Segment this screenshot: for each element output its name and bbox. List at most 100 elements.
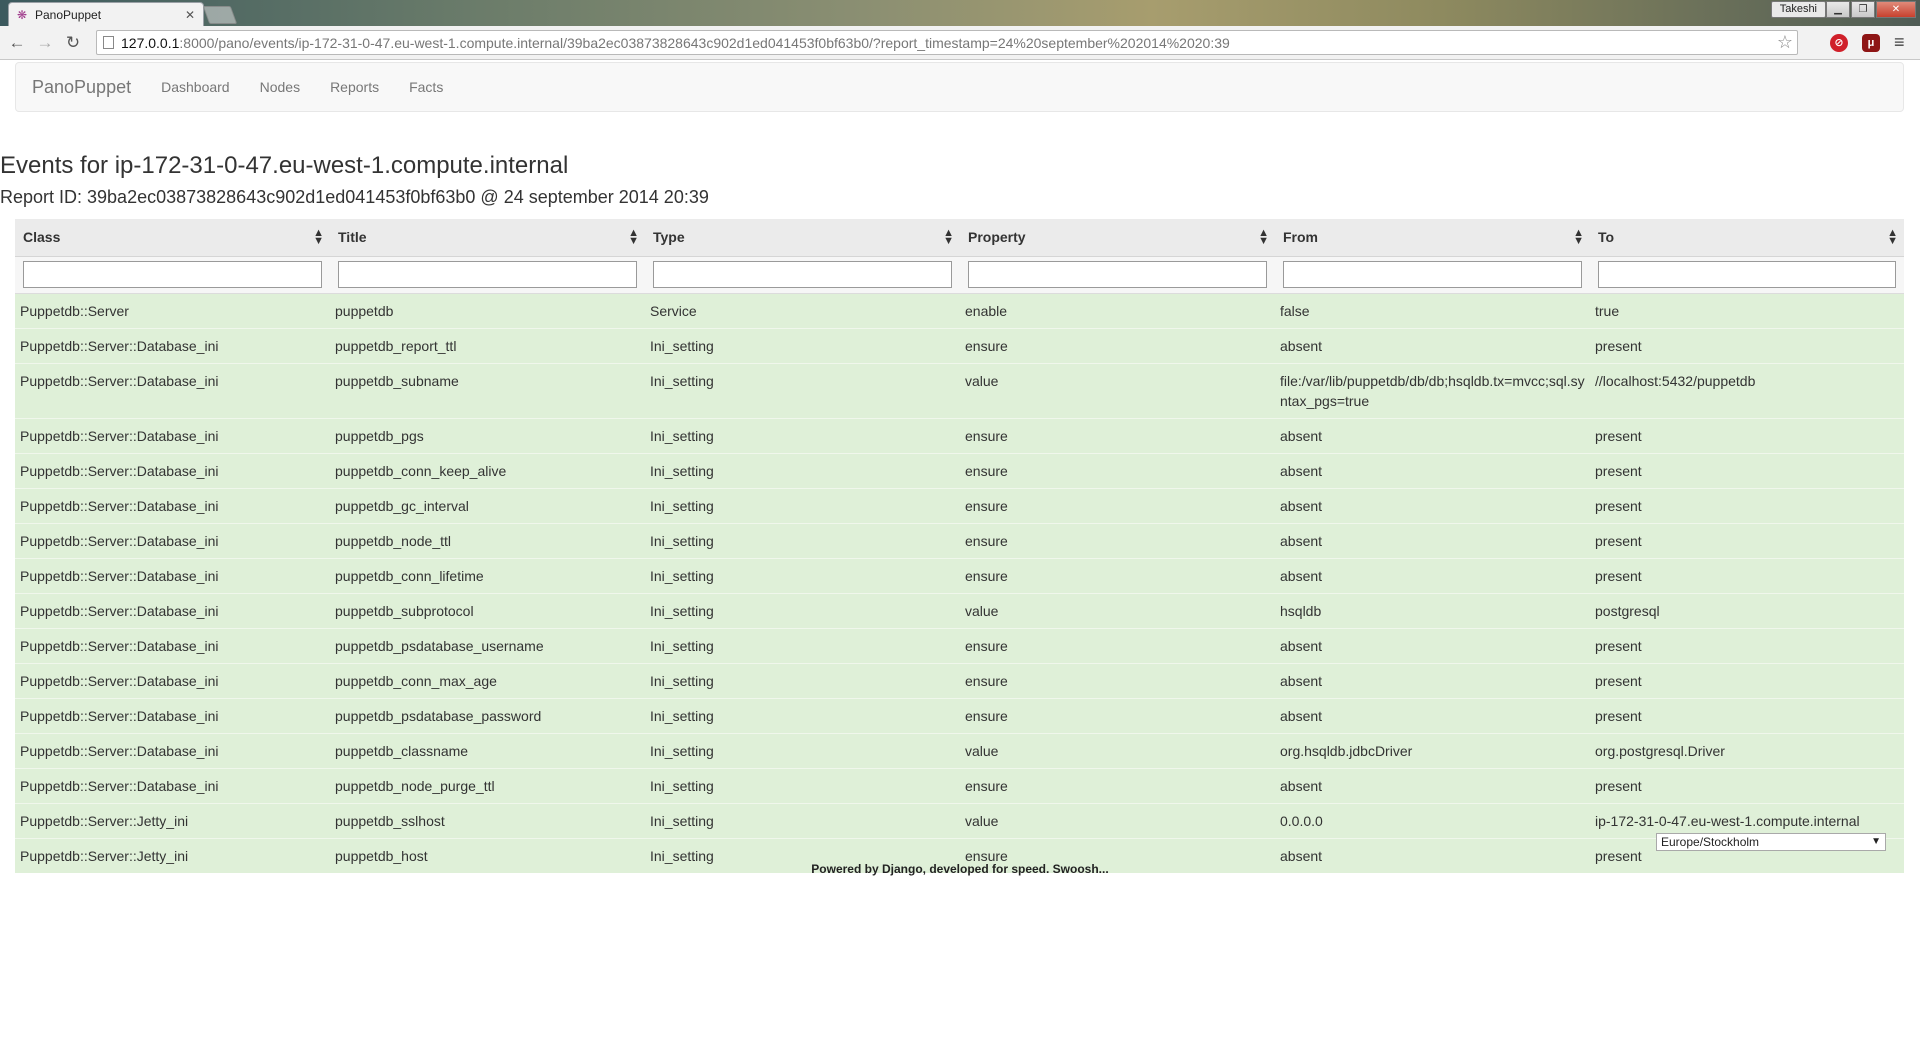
cell-property: ensure — [960, 767, 1275, 803]
cell-class: Puppetdb::Server::Database_ini — [15, 697, 330, 733]
sort-icon[interactable]: ▲ ▼ — [1887, 228, 1898, 247]
nav-link-facts[interactable]: Facts — [394, 79, 458, 95]
cell-to: present — [1590, 452, 1904, 488]
cell-from: absent — [1275, 662, 1590, 698]
cell-class: Puppetdb::Server::Database_ini — [15, 767, 330, 803]
nav-link-dashboard[interactable]: Dashboard — [146, 79, 245, 95]
cell-type: Ini_setting — [645, 662, 960, 698]
cell-title: puppetdb_conn_max_age — [330, 662, 645, 698]
window-close-icon[interactable]: ✕ — [1876, 1, 1916, 18]
filter-input-from[interactable] — [1283, 261, 1582, 288]
cell-title: puppetdb_classname — [330, 732, 645, 768]
cell-type: Ini_setting — [645, 767, 960, 803]
bookmark-star-icon[interactable]: ☆ — [1777, 32, 1793, 53]
filter-input-class[interactable] — [23, 261, 322, 288]
column-header-title[interactable]: Title ▲ ▼ — [330, 219, 645, 257]
browser-titlebar: ❋ PanoPuppet ✕ Takeshi ▁ ❐ ✕ — [0, 0, 1920, 26]
cell-from: absent — [1275, 697, 1590, 733]
cell-to: org.postgresql.Driver — [1590, 732, 1904, 768]
column-header-property[interactable]: Property ▲ ▼ — [960, 219, 1275, 257]
minimize-icon[interactable]: ▁ — [1826, 1, 1850, 18]
cell-class: Puppetdb::Server::Database_ini — [15, 417, 330, 453]
ublock-extension-icon[interactable]: μ — [1862, 34, 1880, 52]
browser-tab-active[interactable]: ❋ PanoPuppet ✕ — [8, 2, 204, 26]
cell-from: false — [1275, 292, 1590, 328]
table-row: Puppetdb::Server::Database_ini puppetdb_g… — [15, 487, 1904, 523]
cell-from: absent — [1275, 627, 1590, 663]
cell-property: ensure — [960, 417, 1275, 453]
table-header-row: Class ▲ ▼ Title ▲ ▼ Type ▲ ▼ Property ▲ ▼ From ▲ ▼… — [15, 219, 1904, 257]
cell-to: present — [1590, 662, 1904, 698]
brand-link[interactable]: PanoPuppet — [17, 77, 146, 98]
cell-from: 0.0.0.0 — [1275, 802, 1590, 838]
timezone-select[interactable]: Europe/Stockholm ▼ — [1656, 833, 1886, 851]
cell-class: Puppetdb::Server::Database_ini — [15, 487, 330, 523]
cell-type: Service — [645, 292, 960, 328]
cell-property: ensure — [960, 522, 1275, 558]
browser-menu-icon[interactable]: ≡ — [1894, 32, 1905, 53]
cell-property: value — [960, 592, 1275, 628]
cell-property: enable — [960, 292, 1275, 328]
cell-from: absent — [1275, 767, 1590, 803]
new-tab-button[interactable] — [202, 6, 238, 24]
cell-type: Ini_setting — [645, 627, 960, 663]
table-row: Puppetdb::Server puppetdb Service enable fal… — [15, 292, 1904, 328]
back-arrow-icon[interactable]: ← — [6, 32, 28, 54]
cell-type: Ini_setting — [645, 697, 960, 733]
cell-to: present — [1590, 627, 1904, 663]
cell-class: Puppetdb::Server::Database_ini — [15, 732, 330, 768]
sort-icon[interactable]: ▲ ▼ — [1573, 228, 1584, 247]
sort-icon[interactable]: ▲ ▼ — [1258, 228, 1269, 247]
nav-link-nodes[interactable]: Nodes — [245, 79, 315, 95]
cell-type: Ini_setting — [645, 452, 960, 488]
column-header-to[interactable]: To ▲ ▼ — [1590, 219, 1904, 257]
filter-input-property[interactable] — [968, 261, 1267, 288]
table-row: Puppetdb::Server::Database_ini puppetdb_r… — [15, 327, 1904, 363]
nav-link-reports[interactable]: Reports — [315, 79, 394, 95]
column-header-class[interactable]: Class ▲ ▼ — [15, 219, 330, 257]
sort-icon[interactable]: ▲ ▼ — [628, 228, 639, 247]
cell-from: absent — [1275, 487, 1590, 523]
cell-title: puppetdb_sslhost — [330, 802, 645, 838]
cell-from: org.hsqldb.jdbcDriver — [1275, 732, 1590, 768]
cell-title: puppetdb_conn_lifetime — [330, 557, 645, 593]
table-row: Puppetdb::Server::Database_ini puppetdb_p… — [15, 697, 1904, 733]
cell-class: Puppetdb::Server::Jetty_ini — [15, 802, 330, 838]
reload-icon[interactable]: ↻ — [62, 32, 84, 54]
cell-title: puppetdb_subname — [330, 362, 645, 418]
adblock-extension-icon[interactable]: ⊘ — [1830, 34, 1848, 52]
column-header-from[interactable]: From ▲ ▼ — [1275, 219, 1590, 257]
sort-icon[interactable]: ▲ ▼ — [943, 228, 954, 247]
cell-class: Puppetdb::Server::Database_ini — [15, 327, 330, 363]
column-header-type[interactable]: Type ▲ ▼ — [645, 219, 960, 257]
filter-input-type[interactable] — [653, 261, 952, 288]
cell-title: puppetdb_psdatabase_username — [330, 627, 645, 663]
cell-class: Puppetdb::Server::Database_ini — [15, 557, 330, 593]
cell-title: puppetdb_node_purge_ttl — [330, 767, 645, 803]
cell-property: value — [960, 362, 1275, 418]
cell-property: ensure — [960, 662, 1275, 698]
address-bar[interactable]: 127.0.0.1:8000/pano/events/ip-172-31-0-4… — [96, 30, 1798, 55]
filter-row — [15, 256, 1904, 294]
cell-property: value — [960, 802, 1275, 838]
cell-type: Ini_setting — [645, 327, 960, 363]
table-row: Puppetdb::Server::Database_ini puppetdb_c… — [15, 662, 1904, 698]
url-text[interactable]: 127.0.0.1:8000/pano/events/ip-172-31-0-4… — [121, 35, 1230, 51]
cell-class: Puppetdb::Server::Database_ini — [15, 592, 330, 628]
filter-input-to[interactable] — [1598, 261, 1896, 288]
cell-property: ensure — [960, 452, 1275, 488]
timezone-selected-value: Europe/Stockholm — [1661, 835, 1760, 849]
tab-close-icon[interactable]: ✕ — [185, 8, 195, 22]
filter-input-title[interactable] — [338, 261, 637, 288]
cell-from: file:/var/lib/puppetdb/db/db;hsqldb.tx=m… — [1275, 362, 1590, 418]
sort-icon[interactable]: ▲ ▼ — [313, 228, 324, 247]
maximize-icon[interactable]: ❐ — [1851, 1, 1875, 18]
cell-class: Puppetdb::Server::Database_ini — [15, 627, 330, 663]
cell-property: ensure — [960, 557, 1275, 593]
browser-user-badge[interactable]: Takeshi — [1770, 1, 1826, 18]
cell-from: absent — [1275, 522, 1590, 558]
cell-type: Ini_setting — [645, 362, 960, 418]
cell-to: present — [1590, 522, 1904, 558]
cell-class: Puppetdb::Server::Database_ini — [15, 452, 330, 488]
forward-arrow-icon[interactable]: → — [34, 32, 56, 54]
